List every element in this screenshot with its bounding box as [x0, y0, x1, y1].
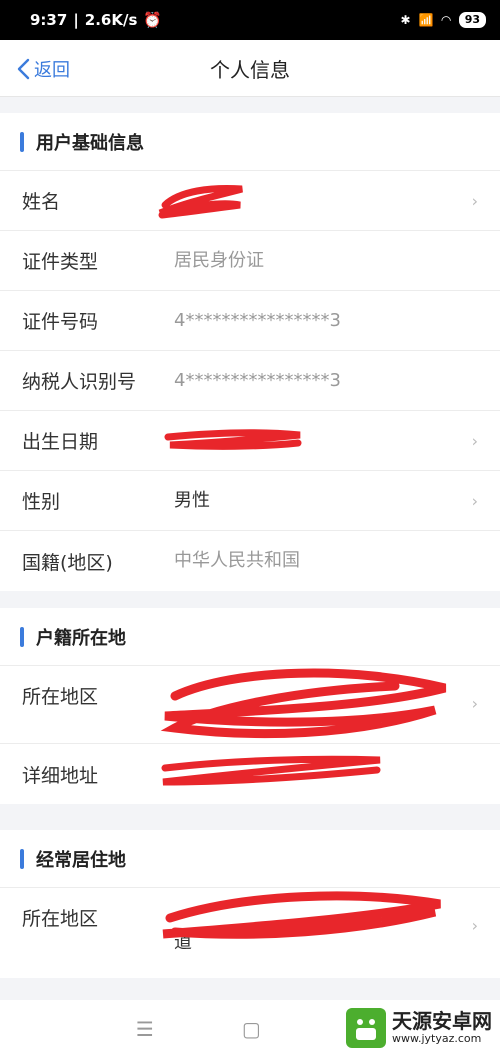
row-nationality: 国籍(地区) 中华人民共和国: [0, 531, 500, 591]
watermark-logo-icon: [346, 1008, 386, 1048]
section-residence: 经常居住地 所在地区 道 ›: [0, 830, 500, 978]
watermark-url: www.jytyaz.com: [392, 1032, 482, 1045]
status-divider: |: [73, 11, 79, 29]
section-title: 用户基础信息: [36, 132, 144, 154]
chevron-left-icon: [17, 58, 30, 79]
row-label: 性别: [22, 491, 61, 513]
redaction-scribble: [161, 755, 381, 786]
chevron-right-icon: ›: [471, 191, 478, 210]
chevron-right-icon: ›: [471, 491, 478, 510]
row-label: 纳税人识别号: [22, 371, 137, 393]
row-value: 中华人民共和国: [174, 550, 300, 571]
row-id-number: 证件号码 4****************3: [0, 291, 500, 351]
status-right: ✱ 📶 ◠ 93: [400, 12, 486, 28]
row-label: 国籍(地区): [22, 551, 113, 574]
watermark-name: 天源安卓网: [392, 1009, 492, 1033]
section-accent-bar: [20, 626, 24, 647]
status-time: 9:37: [30, 11, 68, 29]
section-title: 经常居住地: [36, 849, 126, 871]
row-name[interactable]: 姓名 ›: [0, 171, 500, 231]
section-household: 户籍所在地 所在地区 › 详细地址: [0, 608, 500, 804]
battery-icon: 93: [458, 12, 486, 28]
chevron-right-icon: ›: [471, 916, 478, 935]
menu-icon[interactable]: ☰: [136, 1017, 154, 1041]
alarm-icon: ⏰: [143, 11, 163, 29]
section-header: 经常居住地: [0, 830, 500, 888]
home-icon[interactable]: ▢: [242, 1017, 261, 1041]
watermark-text: 天源安卓网 www.jytyaz.com: [392, 1010, 492, 1046]
status-left: 9:37 | 2.6K/s ⏰: [30, 11, 162, 29]
row-taxpayer-id: 纳税人识别号 4****************3: [0, 351, 500, 411]
row-value: 道: [174, 932, 192, 953]
row-label: 出生日期: [22, 431, 99, 453]
row-birth-date[interactable]: 出生日期 ›: [0, 411, 500, 471]
nav-bar: 返回 个人信息: [0, 40, 500, 97]
row-residence-region[interactable]: 所在地区 道 ›: [0, 888, 500, 978]
wifi-icon: ◠: [441, 13, 451, 27]
row-label: 姓名: [22, 191, 61, 213]
row-label: 所在地区: [22, 908, 99, 930]
status-bar: 9:37 | 2.6K/s ⏰ ✱ 📶 ◠ 93: [0, 0, 500, 40]
redaction-scribble: [164, 429, 302, 450]
row-value: 4****************3: [174, 369, 341, 391]
back-label: 返回: [34, 59, 70, 81]
row-value: 居民身份证: [174, 249, 264, 271]
row-household-region[interactable]: 所在地区 ›: [0, 666, 500, 744]
chevron-right-icon: ›: [471, 431, 478, 450]
back-button[interactable]: 返回: [16, 40, 70, 97]
row-label: 详细地址: [22, 764, 99, 787]
page-title: 个人信息: [210, 57, 290, 82]
row-label: 证件号码: [22, 311, 99, 333]
row-label: 证件类型: [22, 251, 99, 273]
row-id-type: 证件类型 居民身份证: [0, 231, 500, 291]
row-household-address: 详细地址: [0, 744, 500, 804]
bluetooth-icon: ✱: [400, 13, 411, 27]
section-accent-bar: [20, 848, 24, 869]
section-accent-bar: [20, 131, 24, 152]
redaction-scribble: [160, 668, 447, 739]
watermark: 天源安卓网 www.jytyaz.com: [346, 1008, 492, 1048]
section-basic-info: 用户基础信息 姓名 › 证件类型 居民身份证 证件号码 4***********…: [0, 113, 500, 591]
row-label: 所在地区: [22, 686, 99, 708]
row-value: 4****************3: [174, 309, 341, 331]
chevron-right-icon: ›: [471, 694, 478, 713]
section-header: 户籍所在地: [0, 608, 500, 666]
status-speed: 2.6K/s: [84, 11, 138, 29]
section-header: 用户基础信息: [0, 113, 500, 171]
row-value: 男性: [174, 489, 210, 511]
section-title: 户籍所在地: [36, 627, 126, 649]
signal-icon: 📶: [418, 13, 434, 27]
row-gender[interactable]: 性别 男性 ›: [0, 471, 500, 531]
